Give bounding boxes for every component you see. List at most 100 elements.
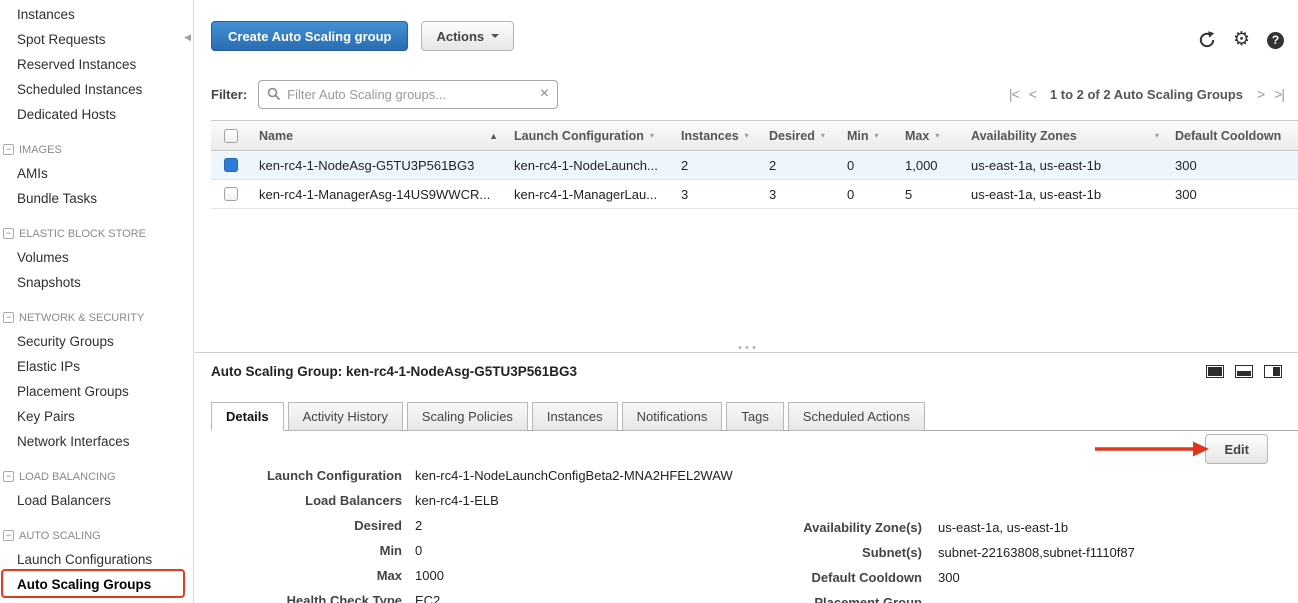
column-header-launch-configuration[interactable]: Launch Configuration ▾ — [506, 129, 673, 143]
pagination-last-button[interactable]: >| — [1274, 86, 1284, 102]
tab-scaling-policies[interactable]: Scaling Policies — [407, 402, 528, 431]
sidebar-item-elastic-ips[interactable]: Elastic IPs — [0, 354, 193, 379]
clear-filter-icon[interactable]: × — [540, 86, 549, 102]
cell-max: 1,000 — [897, 158, 963, 173]
table-row[interactable]: ken-rc4-1-ManagerAsg-14US9WWCR... ken-rc… — [211, 180, 1298, 209]
select-all-cell — [211, 129, 251, 143]
sidebar-item-security-groups[interactable]: Security Groups — [0, 329, 193, 354]
pagination-next-button[interactable]: > — [1257, 86, 1264, 102]
sidebar-item-load-balancers[interactable]: Load Balancers — [0, 488, 193, 513]
table-row[interactable]: ken-rc4-1-NodeAsg-G5TU3P561BG3 ken-rc4-1… — [211, 151, 1298, 180]
actions-button[interactable]: Actions — [421, 21, 514, 51]
column-header-min[interactable]: Min ▾ — [839, 129, 897, 143]
sidebar-item-dedicated-hosts[interactable]: Dedicated Hosts — [0, 102, 193, 127]
tab-activity-history[interactable]: Activity History — [288, 402, 403, 431]
cell-min: 0 — [839, 158, 897, 173]
sidebar-item-launch-configurations[interactable]: Launch Configurations — [0, 547, 193, 572]
column-header-max[interactable]: Max ▾ — [897, 129, 963, 143]
sidebar-item-network-interfaces[interactable]: Network Interfaces — [0, 429, 193, 454]
sidebar-item-scheduled-instances[interactable]: Scheduled Instances — [0, 77, 193, 102]
sidebar-section-load-balancing[interactable]: − LOAD BALANCING — [0, 465, 193, 488]
pane-layout-split-icon[interactable] — [1235, 365, 1253, 378]
filter-dropdown-icon[interactable]: ▾ — [935, 131, 939, 140]
field-label: Desired — [195, 518, 402, 533]
sidebar-item-amis[interactable]: AMIs — [0, 161, 193, 186]
filter-search-box: × — [258, 80, 558, 109]
tab-tags[interactable]: Tags — [726, 402, 783, 431]
column-header-label: Availability Zones — [971, 129, 1077, 143]
help-icon[interactable]: ? — [1267, 32, 1284, 49]
field-label: Default Cooldown — [715, 570, 922, 585]
row-checkbox[interactable] — [224, 187, 238, 201]
sidebar-item-volumes[interactable]: Volumes — [0, 245, 193, 270]
chevron-down-icon — [491, 34, 499, 38]
filter-dropdown-icon[interactable]: ▾ — [875, 131, 879, 140]
sidebar-item-placement-groups[interactable]: Placement Groups — [0, 379, 193, 404]
select-all-checkbox[interactable] — [224, 129, 238, 143]
sidebar-item-reserved-instances[interactable]: Reserved Instances — [0, 52, 193, 77]
annotation-arrow — [1093, 439, 1211, 462]
pagination-first-button[interactable]: |< — [1009, 86, 1019, 102]
details-fields-right: Availability Zone(s) us-east-1a, us-east… — [715, 515, 1298, 603]
edit-button[interactable]: Edit — [1205, 434, 1268, 464]
pane-layout-controls — [1206, 365, 1282, 378]
tab-notifications[interactable]: Notifications — [622, 402, 723, 431]
column-header-label: Default Cooldown — [1175, 129, 1281, 143]
sort-asc-icon[interactable]: ▲ — [489, 131, 498, 141]
column-header-default-cooldown[interactable]: Default Cooldown — [1167, 129, 1298, 143]
sidebar-section-network-security[interactable]: − NETWORK & SECURITY — [0, 306, 193, 329]
pane-layout-full-icon[interactable] — [1206, 365, 1224, 378]
pagination-prev-button[interactable]: < — [1029, 86, 1036, 102]
sidebar-section-label: LOAD BALANCING — [19, 471, 116, 483]
column-header-desired[interactable]: Desired ▾ — [761, 129, 839, 143]
field-label: Availability Zone(s) — [715, 520, 922, 535]
sidebar-section-images[interactable]: − IMAGES — [0, 138, 193, 161]
filter-input[interactable] — [287, 87, 534, 102]
refresh-icon[interactable] — [1198, 31, 1216, 49]
field-value: 0 — [415, 543, 422, 558]
filter-dropdown-icon[interactable]: ▾ — [1155, 131, 1159, 140]
sidebar-section-label: AUTO SCALING — [19, 530, 101, 542]
collapse-section-icon: − — [3, 530, 14, 541]
tab-instances[interactable]: Instances — [532, 402, 618, 431]
column-header-availability-zones[interactable]: Availability Zones ▾ — [963, 129, 1167, 143]
column-header-name[interactable]: Name ▲ — [251, 129, 506, 143]
collapse-sidebar-icon[interactable]: ◀ — [184, 32, 191, 43]
field-value: us-east-1a, us-east-1b — [938, 520, 1068, 535]
cell-desired: 3 — [761, 187, 839, 202]
pane-resize-handle[interactable] — [738, 346, 755, 349]
collapse-section-icon: − — [3, 471, 14, 482]
row-checkbox[interactable] — [224, 158, 238, 172]
cell-default-cooldown: 300 — [1167, 158, 1298, 173]
tab-details[interactable]: Details — [211, 402, 284, 431]
pane-layout-right-icon[interactable] — [1264, 365, 1282, 378]
sidebar-item-spot-requests[interactable]: Spot Requests — [0, 27, 193, 52]
settings-gear-icon[interactable]: ⚙ — [1233, 31, 1250, 49]
column-header-label: Name — [259, 129, 293, 143]
column-header-label: Min — [847, 129, 869, 143]
sidebar-item-key-pairs[interactable]: Key Pairs — [0, 404, 193, 429]
toolbar: Create Auto Scaling group Actions — [211, 21, 514, 51]
detail-tabs: Details Activity History Scaling Policie… — [211, 402, 1298, 431]
filter-dropdown-icon[interactable]: ▾ — [745, 131, 749, 140]
field-label: Placement Group — [715, 595, 922, 603]
filter-dropdown-icon[interactable]: ▾ — [650, 131, 654, 140]
cell-max: 5 — [897, 187, 963, 202]
filter-dropdown-icon[interactable]: ▾ — [821, 131, 825, 140]
sidebar-section-label: NETWORK & SECURITY — [19, 312, 144, 324]
sidebar-item-auto-scaling-groups[interactable]: Auto Scaling Groups — [0, 572, 193, 597]
sidebar-item-instances[interactable]: Instances — [0, 2, 193, 27]
create-auto-scaling-group-button[interactable]: Create Auto Scaling group — [211, 21, 408, 51]
cell-availability-zones: us-east-1a, us-east-1b — [963, 158, 1167, 173]
tab-scheduled-actions[interactable]: Scheduled Actions — [788, 402, 925, 431]
sidebar-item-bundle-tasks[interactable]: Bundle Tasks — [0, 186, 193, 211]
pane-splitter — [195, 352, 1298, 353]
sidebar-section-elastic-block-store[interactable]: − ELASTIC BLOCK STORE — [0, 222, 193, 245]
column-header-instances[interactable]: Instances ▾ — [673, 129, 761, 143]
field-load-balancers: Load Balancers ken-rc4-1-ELB — [195, 488, 1298, 513]
pagination: |< < 1 to 2 of 2 Auto Scaling Groups > >… — [1009, 86, 1284, 102]
sidebar-section-auto-scaling[interactable]: − AUTO SCALING — [0, 524, 193, 547]
sidebar-item-snapshots[interactable]: Snapshots — [0, 270, 193, 295]
collapse-section-icon: − — [3, 144, 14, 155]
header-icon-group: ⚙ ? — [1198, 31, 1284, 49]
